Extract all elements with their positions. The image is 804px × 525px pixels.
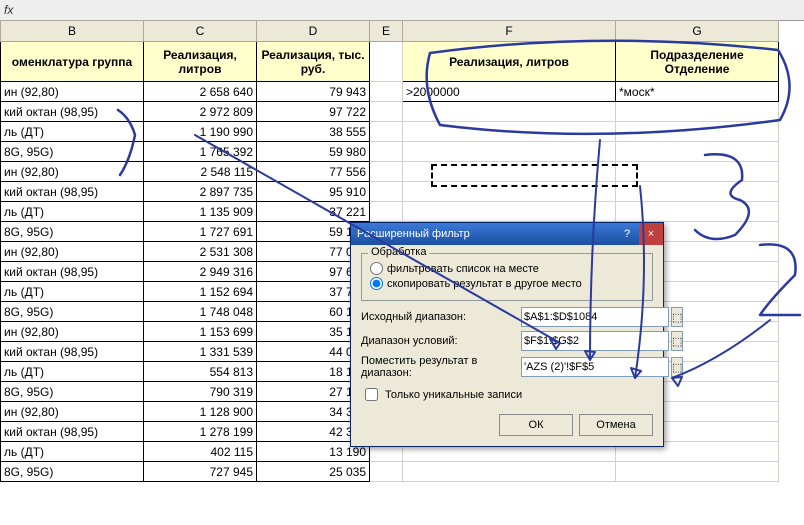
data-cell[interactable]: 1 153 699 (144, 322, 257, 342)
data-cell[interactable]: ин (92,80) (1, 82, 144, 102)
header-F[interactable]: Реализация, литров (403, 42, 616, 82)
help-icon[interactable]: ? (615, 223, 639, 245)
data-cell[interactable]: ин (92,80) (1, 242, 144, 262)
data-cell[interactable]: 2 548 115 (144, 162, 257, 182)
data-cell[interactable]: 1 331 539 (144, 342, 257, 362)
formula-bar: fx (0, 0, 804, 21)
close-icon[interactable]: × (639, 223, 663, 245)
header-G[interactable]: Подразделение Отделение (616, 42, 779, 82)
criteria-G[interactable]: *моск* (616, 82, 779, 102)
table-row: ль (ДТ)1 135 90937 221 (1, 202, 779, 222)
data-cell[interactable]: кий октан (98,95) (1, 342, 144, 362)
data-cell[interactable]: 1 727 691 (144, 222, 257, 242)
data-cell[interactable]: 59 980 (257, 142, 370, 162)
data-cell[interactable]: ль (ДТ) (1, 362, 144, 382)
range-picker-icon[interactable]: ⬚ (671, 331, 683, 351)
data-cell[interactable]: ин (92,80) (1, 162, 144, 182)
data-cell[interactable]: 1 152 694 (144, 282, 257, 302)
data-cell[interactable]: 1 278 199 (144, 422, 257, 442)
table-row: кий октан (98,95)2 972 80997 722 (1, 102, 779, 122)
checkbox-unique[interactable]: Только уникальные записи (361, 385, 653, 404)
header-C[interactable]: Реализация, литров (144, 42, 257, 82)
colhdr-F[interactable]: F (403, 21, 616, 42)
input-source-range[interactable] (521, 307, 669, 327)
data-cell[interactable]: 97 722 (257, 102, 370, 122)
table-row: 8G, 95G)1 765 39259 980 (1, 142, 779, 162)
radio-copy-elsewhere[interactable]: скопировать результат в другое место (370, 277, 644, 290)
data-cell[interactable]: 727 945 (144, 462, 257, 482)
input-destination-range[interactable] (521, 357, 669, 377)
data-cell[interactable]: ль (ДТ) (1, 442, 144, 462)
header-B[interactable]: оменклатура группа (1, 42, 144, 82)
data-cell[interactable]: 2 949 316 (144, 262, 257, 282)
dialog-titlebar[interactable]: Расширенный фильтр ? × (351, 223, 663, 245)
table-row: кий октан (98,95)2 897 73595 910 (1, 182, 779, 202)
data-cell[interactable]: 1 190 990 (144, 122, 257, 142)
data-cell[interactable]: ль (ДТ) (1, 202, 144, 222)
table-row: ль (ДТ)1 190 99038 555 (1, 122, 779, 142)
data-cell[interactable]: кий октан (98,95) (1, 262, 144, 282)
advanced-filter-dialog: Расширенный фильтр ? × Обработка фильтро… (350, 222, 664, 447)
data-cell[interactable]: 37 221 (257, 202, 370, 222)
data-cell[interactable]: 38 555 (257, 122, 370, 142)
data-cell[interactable]: 1 128 900 (144, 402, 257, 422)
selection-marquee (431, 164, 638, 187)
colhdr-B[interactable]: B (1, 21, 144, 42)
data-cell[interactable]: 25 035 (257, 462, 370, 482)
data-cell[interactable]: 8G, 95G) (1, 142, 144, 162)
data-cell[interactable]: 95 910 (257, 182, 370, 202)
data-cell[interactable]: ин (92,80) (1, 322, 144, 342)
colhdr-D[interactable]: D (257, 21, 370, 42)
colhdr-C[interactable]: C (144, 21, 257, 42)
colhdr-E[interactable]: E (370, 21, 403, 42)
data-cell[interactable]: 8G, 95G) (1, 462, 144, 482)
data-cell[interactable]: 2 531 308 (144, 242, 257, 262)
data-cell[interactable]: 79 943 (257, 82, 370, 102)
data-cell[interactable]: 1 748 048 (144, 302, 257, 322)
colhdr-G[interactable]: G (616, 21, 779, 42)
range-picker-icon[interactable]: ⬚ (671, 307, 683, 327)
header-row: оменклатура группа Реализация, литров Ре… (1, 42, 779, 82)
data-cell[interactable]: кий октан (98,95) (1, 182, 144, 202)
data-cell[interactable]: кий октан (98,95) (1, 102, 144, 122)
fx-icon[interactable]: fx (4, 3, 13, 17)
data-cell[interactable]: ль (ДТ) (1, 122, 144, 142)
label-destination: Поместить результат в диапазон: (361, 355, 521, 379)
criteria-row: ин (92,80) 2 658 640 79 943 >2000000 *мо… (1, 82, 779, 102)
data-cell[interactable]: 2 658 640 (144, 82, 257, 102)
radio-filter-inplace[interactable]: фильтровать список на месте (370, 262, 644, 275)
header-D[interactable]: Реализация, тыс. руб. (257, 42, 370, 82)
label-source: Исходный диапазон: (361, 311, 521, 323)
data-cell[interactable]: 77 556 (257, 162, 370, 182)
data-cell[interactable]: 1 135 909 (144, 202, 257, 222)
data-cell[interactable]: кий октан (98,95) (1, 422, 144, 442)
data-cell[interactable]: 8G, 95G) (1, 302, 144, 322)
data-cell[interactable]: 8G, 95G) (1, 222, 144, 242)
ok-button[interactable]: ОК (499, 414, 573, 436)
processing-group: Обработка фильтровать список на месте ск… (361, 253, 653, 301)
data-cell[interactable]: 2 897 735 (144, 182, 257, 202)
input-criteria-range[interactable] (521, 331, 669, 351)
data-cell[interactable]: ин (92,80) (1, 402, 144, 422)
table-row: ин (92,80)2 548 11577 556 (1, 162, 779, 182)
data-cell[interactable]: 1 765 392 (144, 142, 257, 162)
data-cell[interactable]: ль (ДТ) (1, 282, 144, 302)
cancel-button[interactable]: Отмена (579, 414, 653, 436)
data-cell[interactable]: 554 813 (144, 362, 257, 382)
data-cell[interactable]: 402 115 (144, 442, 257, 462)
data-cell[interactable]: 2 972 809 (144, 102, 257, 122)
range-picker-icon[interactable]: ⬚ (671, 357, 683, 377)
group-legend: Обработка (368, 246, 429, 258)
label-criteria: Диапазон условий: (361, 335, 521, 347)
data-cell[interactable]: 790 319 (144, 382, 257, 402)
data-cell[interactable]: 8G, 95G) (1, 382, 144, 402)
dialog-title: Расширенный фильтр (357, 228, 470, 240)
column-header-row: B C D E F G (1, 21, 779, 42)
criteria-F[interactable]: >2000000 (403, 82, 616, 102)
table-row: 8G, 95G)727 94525 035 (1, 462, 779, 482)
